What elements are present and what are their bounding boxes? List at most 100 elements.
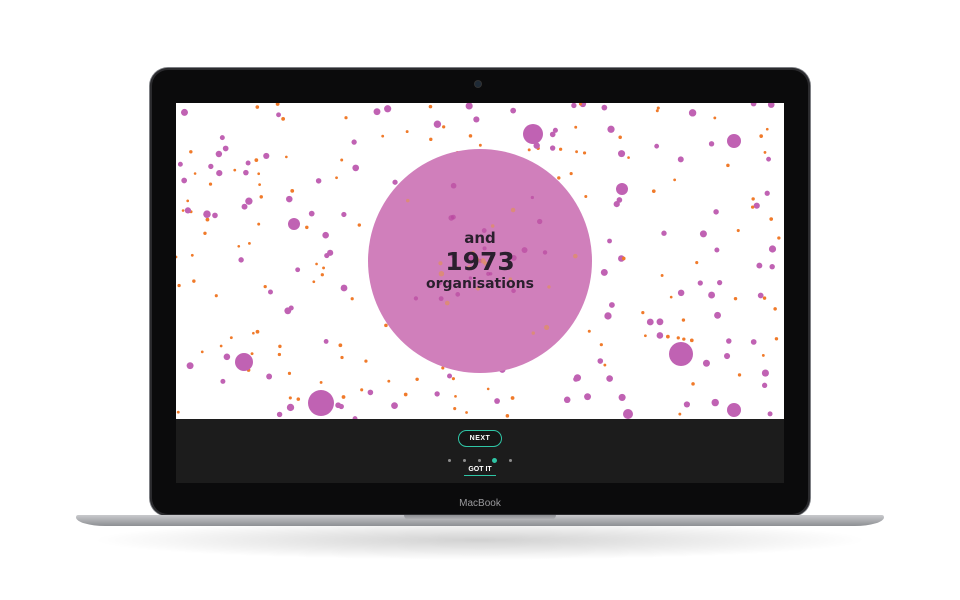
- orange-dot: [193, 172, 197, 175]
- orange-dot: [751, 197, 755, 201]
- pink-bubble: [616, 183, 628, 195]
- inner-dot: [450, 182, 457, 189]
- orange-dot: [360, 388, 364, 392]
- orange-dot: [381, 134, 385, 138]
- pink-dot: [286, 403, 295, 412]
- pink-bubble: [669, 342, 693, 366]
- orange-dot: [676, 336, 680, 340]
- step-dot[interactable]: [477, 458, 481, 462]
- pink-dot: [726, 338, 732, 344]
- orange-dot: [486, 387, 490, 391]
- pink-bubble: [308, 390, 334, 416]
- pink-dot: [308, 210, 315, 217]
- pink-dot: [323, 339, 329, 344]
- pink-dot: [549, 145, 556, 151]
- pink-dot: [563, 396, 571, 404]
- hero-line-and: and: [464, 229, 496, 247]
- pink-dot: [656, 318, 664, 326]
- pink-dot: [315, 178, 322, 184]
- orange-dot: [281, 116, 286, 121]
- orange-dot: [655, 109, 659, 113]
- next-button[interactable]: NEXT: [458, 430, 502, 447]
- orange-dot: [569, 172, 573, 176]
- step-dot-active[interactable]: [492, 457, 498, 463]
- orange-dot: [769, 217, 774, 221]
- orange-dot: [682, 337, 686, 341]
- orange-dot: [774, 337, 779, 341]
- pink-dot: [263, 152, 270, 159]
- pink-dot: [713, 209, 719, 215]
- pink-dot: [203, 210, 211, 218]
- orange-dot: [681, 318, 686, 322]
- pink-dot: [243, 169, 249, 176]
- orange-dot: [618, 135, 622, 140]
- pink-dot: [714, 311, 721, 319]
- pink-bubble: [727, 134, 741, 148]
- pink-dot: [352, 164, 360, 172]
- laptop-notch: [404, 515, 556, 520]
- inner-dot: [531, 331, 535, 335]
- pink-dot: [220, 378, 226, 384]
- orange-dot: [415, 377, 419, 382]
- pink-dot: [656, 332, 664, 339]
- hero-number: 1973: [445, 247, 515, 276]
- orange-dot: [478, 143, 482, 147]
- pink-dot: [654, 143, 660, 149]
- laptop-shadow: [90, 520, 870, 560]
- pink-dot: [288, 305, 294, 311]
- pink-dot: [702, 359, 710, 367]
- orange-dot: [559, 147, 563, 151]
- orange-dot: [287, 371, 292, 376]
- pink-dot: [683, 401, 691, 408]
- orange-dot: [651, 189, 656, 194]
- pink-dot: [753, 202, 760, 209]
- orange-dot: [453, 407, 457, 411]
- orange-dot: [219, 344, 223, 348]
- pink-dot: [434, 391, 440, 397]
- pink-dot: [276, 411, 283, 418]
- pink-dot: [573, 376, 579, 382]
- orange-dot: [678, 412, 682, 416]
- orange-dot: [761, 353, 765, 357]
- brand-label: MacBook: [459, 498, 501, 509]
- pink-dot: [391, 402, 398, 409]
- pink-dot: [750, 339, 757, 345]
- pink-bubble: [623, 409, 633, 419]
- inner-dot: [444, 300, 450, 306]
- pink-dot: [549, 131, 556, 138]
- pink-dot: [367, 389, 374, 396]
- pink-dot: [767, 411, 773, 417]
- orange-dot: [713, 116, 717, 120]
- orange-dot: [627, 156, 630, 159]
- pink-dot: [764, 190, 770, 196]
- pink-dot: [241, 203, 248, 210]
- pink-bubble: [235, 353, 253, 371]
- step-dot[interactable]: [509, 458, 512, 462]
- pink-dot: [616, 197, 623, 203]
- pink-dot: [767, 103, 775, 108]
- inner-dot: [450, 214, 456, 220]
- inner-dot: [406, 198, 410, 203]
- orange-dot: [582, 151, 587, 155]
- orange-dot: [254, 158, 259, 163]
- pink-dot: [177, 161, 183, 167]
- orange-dot: [340, 355, 344, 360]
- orange-dot: [505, 414, 510, 418]
- inner-dot: [510, 207, 516, 213]
- pink-bubble: [727, 403, 741, 417]
- orange-dot: [527, 148, 531, 152]
- orange-dot: [510, 396, 515, 400]
- orange-dot: [673, 178, 677, 182]
- inner-dot: [438, 296, 444, 302]
- pink-dot: [341, 211, 347, 218]
- step-dot[interactable]: [462, 458, 466, 462]
- pink-dot: [606, 375, 613, 382]
- step-dot[interactable]: [448, 458, 451, 462]
- pink-dot: [186, 362, 194, 370]
- inner-dot: [490, 224, 495, 228]
- pink-dot: [473, 116, 480, 123]
- orange-dot: [691, 382, 695, 386]
- got-it-button[interactable]: GOT IT: [464, 466, 496, 476]
- orange-dot: [252, 331, 255, 335]
- orange-dot: [257, 222, 261, 226]
